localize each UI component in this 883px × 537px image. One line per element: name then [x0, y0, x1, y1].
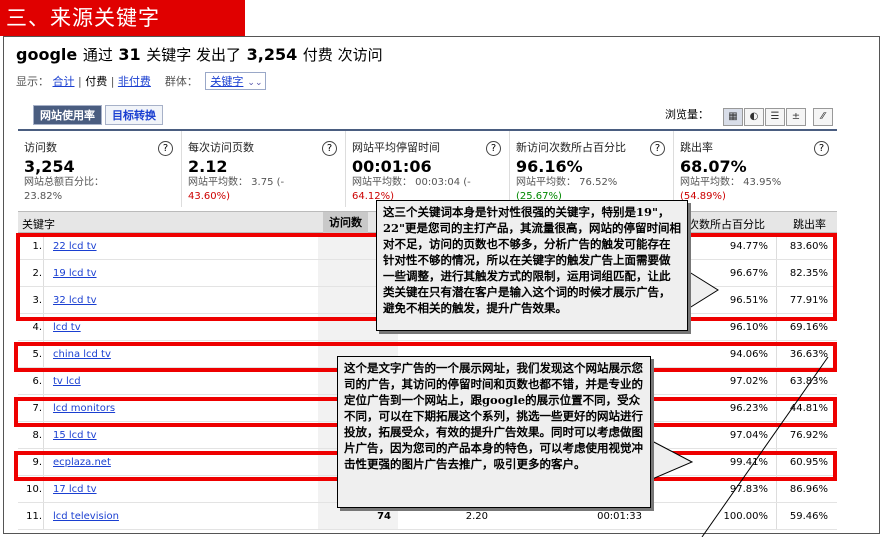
- top-callout-pointer: [685, 269, 719, 311]
- annotation-line: [701, 356, 829, 537]
- callout-top: 这三个关键词本身是针对性很强的关键字，特别是19"，22"更是您司的主打产品，其…: [376, 200, 688, 331]
- callout-bottom: 这个是文字广告的一个展示网址，我们发现这个网站展示您司的广告，其访问的停留时间和…: [337, 356, 651, 508]
- bottom-callout-pointer: [649, 439, 694, 481]
